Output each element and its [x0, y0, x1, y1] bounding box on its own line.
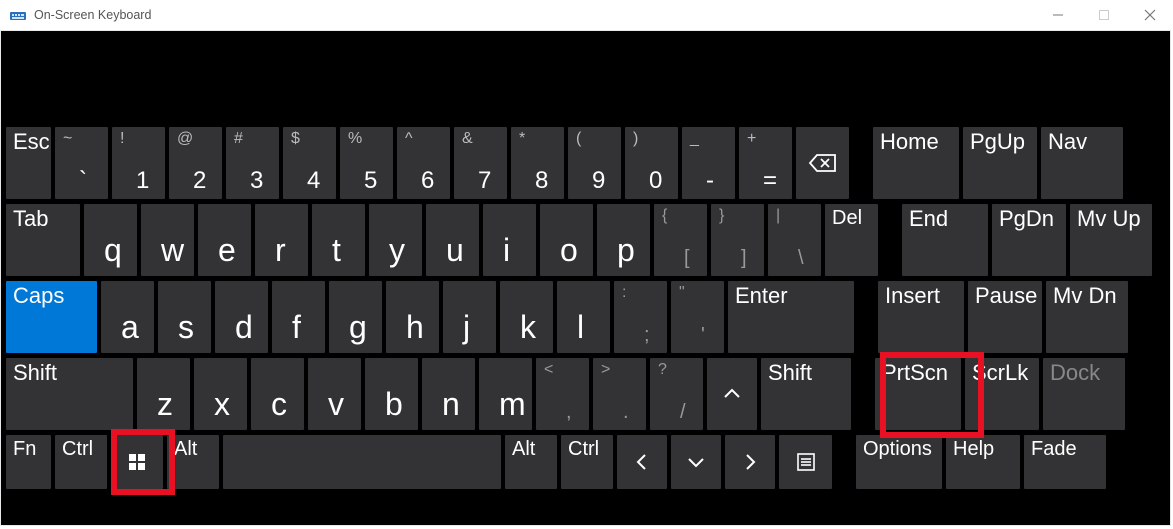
windows-icon — [111, 435, 163, 489]
key-scrlk[interactable]: ScrLk — [965, 358, 1039, 430]
maximize-button[interactable] — [1081, 0, 1127, 30]
key-l[interactable]: l — [557, 281, 610, 353]
key-i[interactable]: i — [483, 204, 536, 276]
key-nav[interactable]: Nav — [1041, 127, 1123, 199]
key-c[interactable]: c — [251, 358, 304, 430]
key-fn[interactable]: Fn — [6, 435, 51, 489]
key-x[interactable]: x — [194, 358, 247, 430]
key-m[interactable]: m — [479, 358, 532, 430]
key-backslash[interactable]: |\ — [768, 204, 821, 276]
key-tab[interactable]: Tab — [6, 204, 80, 276]
key-v[interactable]: v — [308, 358, 361, 430]
key-insert[interactable]: Insert — [878, 281, 964, 353]
key-mvup[interactable]: Mv Up — [1070, 204, 1152, 276]
key-d[interactable]: d — [215, 281, 268, 353]
key-a[interactable]: a — [101, 281, 154, 353]
key-slash[interactable]: ?/ — [650, 358, 703, 430]
key-comma[interactable]: <, — [536, 358, 589, 430]
key-pgup[interactable]: PgUp — [963, 127, 1037, 199]
window-title: On-Screen Keyboard — [34, 8, 151, 22]
key-j[interactable]: j — [443, 281, 496, 353]
key-windows[interactable] — [111, 435, 163, 489]
key-s[interactable]: s — [158, 281, 211, 353]
key-apostrophe[interactable]: "' — [671, 281, 724, 353]
key-backtick[interactable]: ~` — [55, 127, 108, 199]
key-caps[interactable]: Caps — [6, 281, 97, 353]
key-b[interactable]: b — [365, 358, 418, 430]
close-button[interactable] — [1127, 0, 1173, 30]
key-6[interactable]: ^6 — [397, 127, 450, 199]
minimize-button[interactable] — [1035, 0, 1081, 30]
key-alt-left[interactable]: Alt — [167, 435, 219, 489]
key-space[interactable] — [223, 435, 501, 489]
backspace-icon — [796, 127, 849, 199]
key-n[interactable]: n — [422, 358, 475, 430]
key-semicolon[interactable]: :; — [614, 281, 667, 353]
key-prtscn[interactable]: PrtScn — [875, 358, 961, 430]
titlebar: On-Screen Keyboard — [0, 0, 1173, 30]
app-icon — [10, 7, 26, 23]
key-bracket-right[interactable]: }] — [711, 204, 764, 276]
key-e[interactable]: e — [198, 204, 251, 276]
key-k[interactable]: k — [500, 281, 553, 353]
key-arrow-right[interactable] — [725, 435, 775, 489]
key-u[interactable]: u — [426, 204, 479, 276]
key-2[interactable]: @2 — [169, 127, 222, 199]
key-arrow-left[interactable] — [617, 435, 667, 489]
key-esc[interactable]: Esc — [6, 127, 51, 199]
key-0[interactable]: )0 — [625, 127, 678, 199]
key-3[interactable]: #3 — [226, 127, 279, 199]
key-enter[interactable]: Enter — [728, 281, 854, 353]
key-h[interactable]: h — [386, 281, 439, 353]
key-t[interactable]: t — [312, 204, 365, 276]
key-1[interactable]: !1 — [112, 127, 165, 199]
key-8[interactable]: *8 — [511, 127, 564, 199]
key-4[interactable]: $4 — [283, 127, 336, 199]
key-bracket-left[interactable]: {[ — [654, 204, 707, 276]
key-o[interactable]: o — [540, 204, 593, 276]
key-del[interactable]: Del — [825, 204, 878, 276]
key-menu[interactable] — [779, 435, 832, 489]
chevron-right-icon — [725, 435, 775, 489]
chevron-left-icon — [617, 435, 667, 489]
key-home[interactable]: Home — [873, 127, 959, 199]
key-alt-right[interactable]: Alt — [505, 435, 557, 489]
key-g[interactable]: g — [329, 281, 382, 353]
key-minus[interactable]: _- — [682, 127, 735, 199]
key-arrow-down[interactable] — [671, 435, 721, 489]
key-pause[interactable]: Pause — [968, 281, 1042, 353]
key-dock[interactable]: Dock — [1043, 358, 1125, 430]
key-w[interactable]: w — [141, 204, 194, 276]
key-shift-left[interactable]: Shift — [6, 358, 133, 430]
key-end[interactable]: End — [902, 204, 988, 276]
chevron-up-icon — [707, 358, 757, 430]
key-help[interactable]: Help — [946, 435, 1020, 489]
key-f[interactable]: f — [272, 281, 325, 353]
key-5[interactable]: %5 — [340, 127, 393, 199]
key-shift-right[interactable]: Shift — [761, 358, 851, 430]
key-q[interactable]: q — [84, 204, 137, 276]
key-ctrl-left[interactable]: Ctrl — [55, 435, 107, 489]
key-backspace[interactable] — [796, 127, 849, 199]
key-7[interactable]: &7 — [454, 127, 507, 199]
key-fade[interactable]: Fade — [1024, 435, 1106, 489]
key-y[interactable]: y — [369, 204, 422, 276]
chevron-down-icon — [671, 435, 721, 489]
key-period[interactable]: >. — [593, 358, 646, 430]
key-arrow-up[interactable] — [707, 358, 757, 430]
key-ctrl-right[interactable]: Ctrl — [561, 435, 613, 489]
key-options[interactable]: Options — [856, 435, 942, 489]
key-p[interactable]: p — [597, 204, 650, 276]
key-pgdn[interactable]: PgDn — [992, 204, 1066, 276]
menu-icon — [779, 435, 832, 489]
key-9[interactable]: (9 — [568, 127, 621, 199]
key-equals[interactable]: += — [739, 127, 792, 199]
keyboard-area: Esc ~` !1 @2 #3 $4 %5 ^6 &7 *8 (9 )0 _- … — [0, 30, 1171, 526]
key-z[interactable]: z — [137, 358, 190, 430]
key-mvdn[interactable]: Mv Dn — [1046, 281, 1128, 353]
key-r[interactable]: r — [255, 204, 308, 276]
